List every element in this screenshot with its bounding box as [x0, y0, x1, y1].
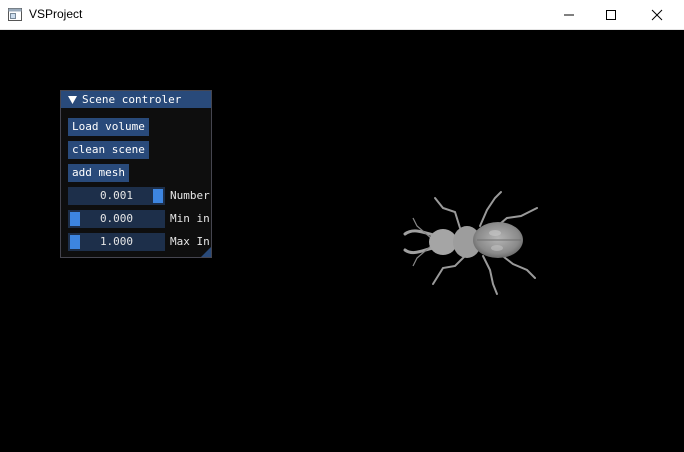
window-title: VSProject: [29, 7, 83, 21]
min-intensity-slider-row: 0.000 Min in: [68, 210, 210, 228]
min-intensity-slider[interactable]: 0.000: [68, 210, 165, 228]
slider-value: 0.000: [99, 212, 134, 225]
slider-value: 0.001: [99, 189, 134, 202]
resize-grip-icon[interactable]: [201, 247, 211, 257]
panel-title: Scene controler: [82, 93, 182, 106]
panel-title-bar[interactable]: Scene controler: [61, 91, 211, 108]
clean-scene-button[interactable]: clean scene: [68, 141, 149, 159]
window-titlebar[interactable]: VSProject: [0, 0, 684, 30]
max-intensity-slider-row: 1.000 Max In: [68, 233, 210, 251]
number-slider[interactable]: 0.001: [68, 187, 165, 205]
load-volume-button[interactable]: Load volume: [68, 118, 149, 136]
minimize-icon: [564, 14, 574, 16]
maximize-button[interactable]: [588, 0, 634, 30]
slider-label: Number: [170, 189, 210, 202]
collapse-arrow-icon[interactable]: [68, 96, 77, 104]
add-mesh-button[interactable]: add mesh: [68, 164, 129, 182]
maximize-icon: [606, 10, 616, 20]
scene-controller-panel[interactable]: Scene controler Load volume clean scene …: [60, 90, 212, 258]
slider-value: 1.000: [99, 235, 134, 248]
slider-label: Min in: [170, 212, 210, 225]
number-slider-row: 0.001 Number: [68, 187, 210, 205]
max-intensity-slider[interactable]: 1.000: [68, 233, 165, 251]
app-icon: [8, 8, 22, 21]
stag-beetle-volume-render: [403, 191, 538, 295]
close-icon: [651, 9, 663, 21]
close-button[interactable]: [634, 0, 680, 30]
minimize-button[interactable]: [546, 0, 592, 30]
